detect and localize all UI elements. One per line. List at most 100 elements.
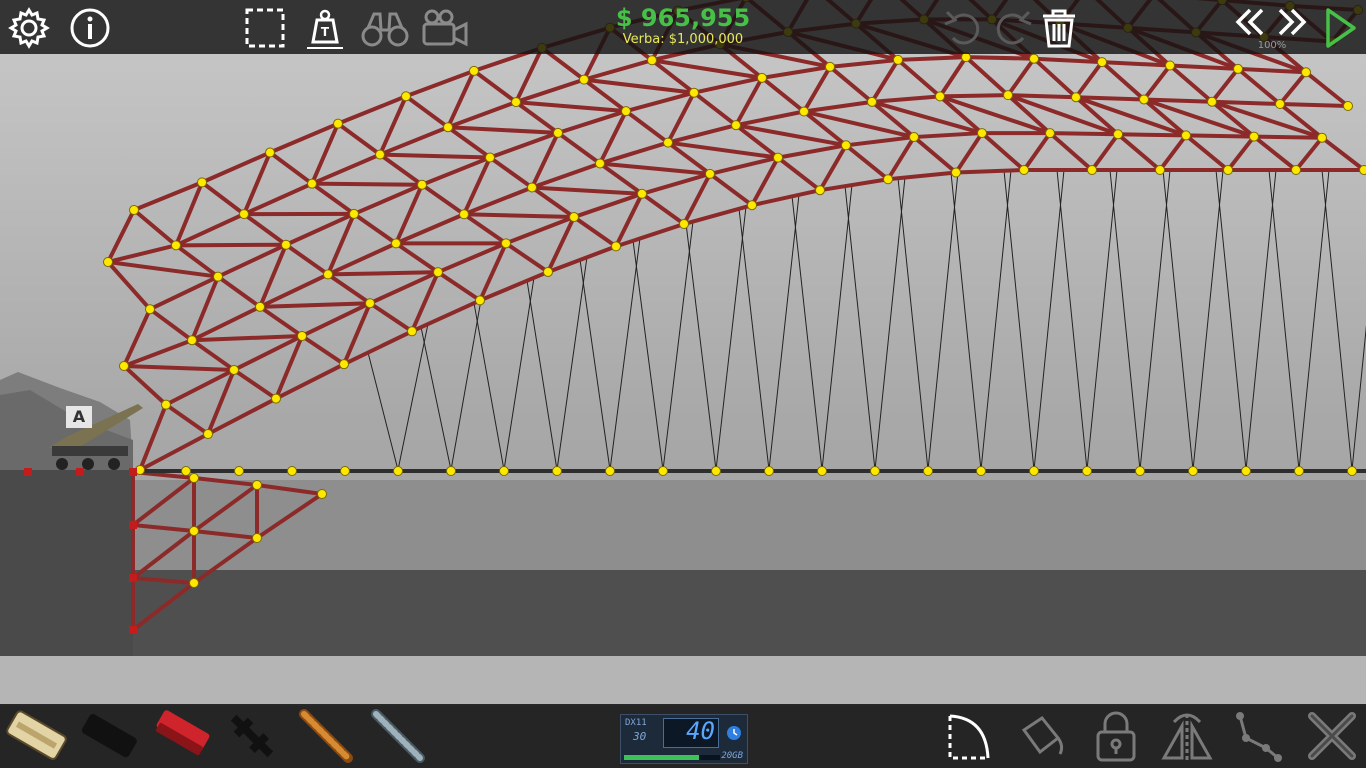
wood-beam[interactable]: [1278, 102, 1350, 108]
joint[interactable]: [909, 132, 919, 143]
joint[interactable]: [1029, 466, 1039, 476]
wood-beam[interactable]: [896, 55, 968, 62]
joint[interactable]: [815, 185, 825, 196]
joint[interactable]: [229, 364, 239, 375]
joint[interactable]: [119, 361, 129, 371]
joint[interactable]: [365, 298, 375, 309]
joint[interactable]: [252, 480, 262, 490]
split-joint-button[interactable]: [1232, 708, 1286, 764]
joint[interactable]: [923, 466, 933, 476]
camera-button[interactable]: [420, 5, 470, 51]
joint[interactable]: [961, 52, 971, 63]
joint[interactable]: [1165, 60, 1175, 71]
joint[interactable]: [977, 128, 987, 139]
wood-beam[interactable]: [1252, 134, 1324, 140]
joint[interactable]: [1241, 466, 1251, 476]
joint[interactable]: [511, 97, 521, 108]
material-hydraulic[interactable]: [222, 706, 282, 766]
joint[interactable]: [307, 178, 317, 189]
wood-beam[interactable]: [310, 181, 424, 187]
weight-button[interactable]: T: [302, 5, 348, 51]
joint[interactable]: [1087, 165, 1097, 175]
joint[interactable]: [951, 167, 961, 178]
joint[interactable]: [391, 238, 401, 249]
select-box-button[interactable]: [242, 5, 288, 51]
joint[interactable]: [475, 295, 485, 306]
joint[interactable]: [711, 466, 721, 476]
joint[interactable]: [1275, 99, 1285, 109]
joint[interactable]: [552, 466, 562, 476]
joint[interactable]: [189, 473, 199, 483]
joint[interactable]: [825, 61, 835, 72]
joint[interactable]: [1207, 96, 1217, 107]
joint[interactable]: [1082, 466, 1092, 476]
wood-beam[interactable]: [326, 270, 440, 277]
trash-button[interactable]: [1036, 5, 1082, 51]
joint[interactable]: [393, 466, 403, 476]
joint[interactable]: [499, 466, 509, 476]
joint[interactable]: [252, 533, 262, 543]
joint[interactable]: [1135, 466, 1145, 476]
material-reinforced-road[interactable]: [76, 706, 140, 766]
joint[interactable]: [171, 240, 181, 251]
joint[interactable]: [255, 301, 265, 312]
joint[interactable]: [239, 209, 249, 220]
joint[interactable]: [485, 152, 495, 163]
joint[interactable]: [841, 140, 851, 151]
fast-forward-button[interactable]: [1272, 3, 1312, 41]
joint[interactable]: [501, 238, 511, 249]
wood-beam[interactable]: [1142, 97, 1214, 104]
joint[interactable]: [1359, 165, 1366, 175]
joint[interactable]: [187, 335, 197, 346]
joint[interactable]: [297, 330, 307, 341]
joint[interactable]: [203, 429, 213, 440]
arc-tool-button[interactable]: [944, 708, 996, 764]
joint[interactable]: [145, 304, 155, 315]
joint[interactable]: [569, 212, 579, 223]
joint[interactable]: [401, 91, 411, 102]
wood-beam[interactable]: [938, 93, 1010, 99]
joint[interactable]: [407, 326, 417, 337]
joint[interactable]: [323, 269, 333, 280]
material-road[interactable]: [2, 706, 70, 766]
joint[interactable]: [637, 188, 647, 199]
joint[interactable]: [265, 147, 275, 158]
joint[interactable]: [553, 127, 563, 138]
wood-beam[interactable]: [1006, 93, 1078, 100]
joint[interactable]: [1249, 131, 1259, 142]
joint[interactable]: [317, 489, 327, 499]
info-button[interactable]: [67, 5, 113, 51]
joint[interactable]: [333, 118, 343, 129]
wood-beam[interactable]: [462, 212, 576, 220]
material-rope[interactable]: [296, 706, 356, 766]
joint[interactable]: [459, 209, 469, 220]
wood-beam[interactable]: [954, 168, 1026, 175]
joint[interactable]: [349, 208, 359, 219]
material-wood[interactable]: [148, 706, 212, 766]
wood-beam[interactable]: [964, 55, 1036, 61]
joint[interactable]: [893, 54, 903, 65]
wood-beam[interactable]: [1074, 95, 1146, 102]
joint[interactable]: [817, 466, 827, 476]
anchor-joint[interactable]: [76, 468, 84, 476]
joint[interactable]: [1223, 165, 1233, 175]
joint[interactable]: [1301, 67, 1311, 78]
joint[interactable]: [705, 168, 715, 179]
anchor-joint[interactable]: [129, 468, 137, 476]
joint[interactable]: [339, 359, 349, 370]
joint[interactable]: [340, 466, 350, 476]
joint[interactable]: [757, 72, 767, 83]
joint[interactable]: [181, 466, 191, 476]
settings-button[interactable]: [6, 5, 52, 51]
joint[interactable]: [579, 74, 589, 85]
joint[interactable]: [433, 267, 443, 278]
joint[interactable]: [189, 526, 199, 536]
joint[interactable]: [1003, 90, 1013, 101]
mirror-button[interactable]: [1160, 708, 1214, 764]
joint[interactable]: [976, 466, 986, 476]
anchor-joint[interactable]: [24, 468, 32, 476]
joint[interactable]: [1188, 466, 1198, 476]
joint[interactable]: [1071, 92, 1081, 103]
joint[interactable]: [663, 137, 673, 148]
joint[interactable]: [773, 152, 783, 163]
